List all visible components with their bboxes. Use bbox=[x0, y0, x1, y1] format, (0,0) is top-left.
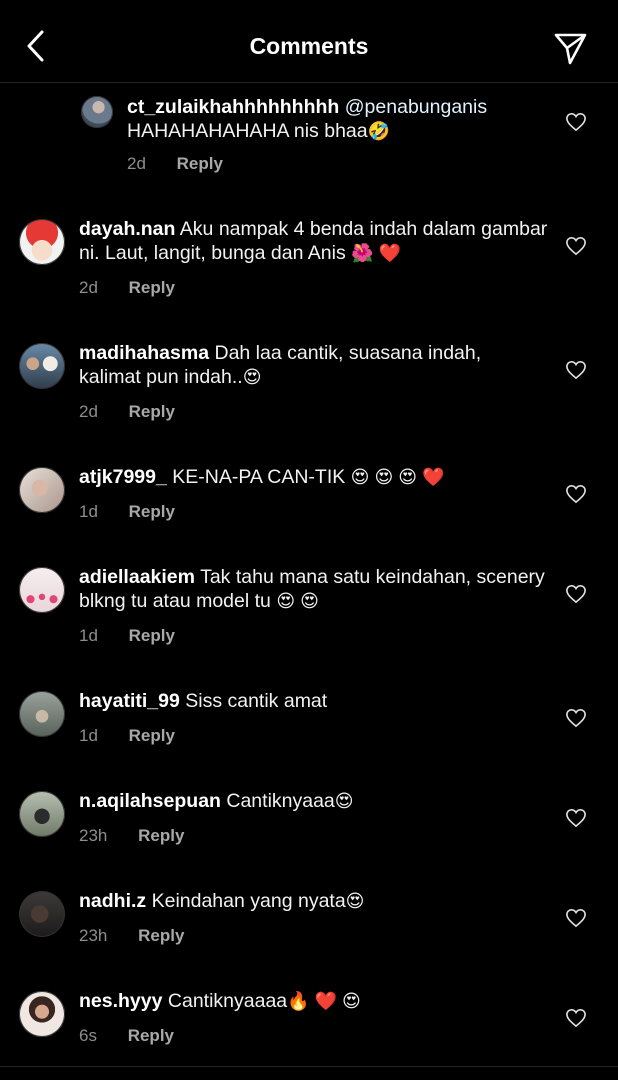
page-title: Comments bbox=[249, 33, 369, 59]
comment-emoji: 🌺 ❤️ bbox=[351, 243, 401, 263]
comment-meta: 2d Reply bbox=[127, 154, 223, 174]
comment-item: nes.hyyy Cantiknyaaaa🔥 ❤️ 😍 6s Reply bbox=[0, 986, 618, 1062]
reply-button[interactable]: Reply bbox=[129, 502, 175, 522]
comment-body: atjk7999_ KE-NA-PA CAN-TIK 😍 😍 😍 ❤️ bbox=[79, 465, 548, 489]
reply-button[interactable]: Reply bbox=[129, 626, 175, 646]
comment-username[interactable]: atjk7999_ bbox=[79, 466, 167, 488]
avatar[interactable] bbox=[19, 567, 65, 613]
comment-item: hayatiti_99 Siss cantik amat 1d Reply bbox=[0, 686, 618, 762]
comment-timestamp: 6s bbox=[79, 1026, 97, 1045]
bottom-divider bbox=[0, 1066, 618, 1067]
heart-outline-icon[interactable] bbox=[565, 584, 587, 604]
avatar[interactable] bbox=[81, 96, 113, 128]
avatar[interactable] bbox=[19, 691, 65, 737]
comment-meta: 23h Reply bbox=[79, 926, 184, 946]
comment-timestamp: 1d bbox=[79, 726, 98, 745]
avatar[interactable] bbox=[19, 467, 65, 513]
comment-text: HAHAHAHAHAHA nis bhaa bbox=[127, 120, 368, 142]
comment-meta: 2d Reply bbox=[79, 402, 175, 422]
comment-username[interactable]: ct_zulaikhahhhhhhhhh bbox=[127, 96, 339, 118]
comment-username[interactable]: dayah.nan bbox=[79, 218, 175, 240]
comment-text: Cantiknyaaaa bbox=[167, 990, 288, 1012]
comment-body: dayah.nan Aku nampak 4 benda indah dalam… bbox=[79, 217, 548, 265]
share-button[interactable] bbox=[550, 28, 590, 68]
avatar[interactable] bbox=[19, 219, 65, 265]
comment-body: madihahasma Dah laa cantik, suasana inda… bbox=[79, 341, 548, 389]
comment-text: Siss cantik amat bbox=[185, 690, 328, 712]
comment-body: ct_zulaikhahhhhhhhhh @penabunganis HAHAH… bbox=[127, 95, 548, 143]
heart-outline-icon[interactable] bbox=[565, 236, 587, 256]
comment-meta: 1d Reply bbox=[79, 502, 175, 522]
comment-username[interactable]: n.aqilahsepuan bbox=[79, 790, 221, 812]
comment-username[interactable]: nes.hyyy bbox=[79, 990, 162, 1012]
heart-outline-icon[interactable] bbox=[565, 484, 587, 504]
comment-timestamp: 1d bbox=[79, 502, 98, 521]
comment-body: nadhi.z Keindahan yang nyata😍 bbox=[79, 889, 548, 913]
comment-meta: 1d Reply bbox=[79, 626, 175, 646]
heart-outline-icon[interactable] bbox=[565, 1008, 587, 1028]
comment-item: adiellaakiem Tak tahu mana satu keindaha… bbox=[0, 562, 618, 662]
comment-username[interactable]: hayatiti_99 bbox=[79, 690, 180, 712]
comment-body: n.aqilahsepuan Cantiknyaaa😍 bbox=[79, 789, 548, 813]
comment-item: madihahasma Dah laa cantik, suasana inda… bbox=[0, 338, 618, 438]
avatar[interactable] bbox=[19, 991, 65, 1037]
comment-username[interactable]: adiellaakiem bbox=[79, 566, 195, 588]
comment-meta: 2d Reply bbox=[79, 278, 175, 298]
comment-emoji: 😍 bbox=[242, 367, 262, 387]
reply-button[interactable]: Reply bbox=[129, 278, 175, 298]
comment-emoji: 😍 😍 😍 ❤️ bbox=[350, 467, 445, 487]
reply-button[interactable]: Reply bbox=[138, 926, 184, 946]
comment-meta: 1d Reply bbox=[79, 726, 175, 746]
reply-button[interactable]: Reply bbox=[129, 726, 175, 746]
comment-emoji: 😍 bbox=[345, 891, 365, 911]
reply-button[interactable]: Reply bbox=[177, 154, 223, 174]
comment-item: dayah.nan Aku nampak 4 benda indah dalam… bbox=[0, 214, 618, 314]
avatar[interactable] bbox=[19, 891, 65, 937]
comment-body: nes.hyyy Cantiknyaaaa🔥 ❤️ 😍 bbox=[79, 989, 548, 1013]
comment-emoji: 😍 😍 bbox=[276, 591, 319, 611]
comment-item: atjk7999_ KE-NA-PA CAN-TIK 😍 😍 😍 ❤️ 1d R… bbox=[0, 462, 618, 538]
comment-meta: 23h Reply bbox=[79, 826, 184, 846]
heart-outline-icon[interactable] bbox=[565, 360, 587, 380]
comment-body: adiellaakiem Tak tahu mana satu keindaha… bbox=[79, 565, 548, 613]
comment-text: Keindahan yang nyata bbox=[151, 890, 346, 912]
comment-timestamp: 2d bbox=[79, 278, 98, 297]
comment-text: KE-NA-PA CAN-TIK bbox=[172, 466, 346, 488]
comment-timestamp: 23h bbox=[79, 826, 108, 845]
comment-timestamp: 1d bbox=[79, 626, 98, 645]
paper-plane-icon bbox=[554, 33, 587, 65]
comment-username[interactable]: nadhi.z bbox=[79, 890, 146, 912]
comment-item: n.aqilahsepuan Cantiknyaaa😍 23h Reply bbox=[0, 786, 618, 862]
comment-username[interactable]: madihahasma bbox=[79, 342, 209, 364]
heart-outline-icon[interactable] bbox=[565, 808, 587, 828]
heart-outline-icon[interactable] bbox=[565, 908, 587, 928]
reply-button[interactable]: Reply bbox=[138, 826, 184, 846]
comment-mention[interactable]: @penabunganis bbox=[345, 96, 487, 118]
reply-button[interactable]: Reply bbox=[128, 1026, 174, 1046]
comments-header: Comments bbox=[0, 0, 618, 83]
comment-item: nadhi.z Keindahan yang nyata😍 23h Reply bbox=[0, 886, 618, 962]
heart-outline-icon[interactable] bbox=[565, 112, 587, 132]
comment-item: ct_zulaikhahhhhhhhhh @penabunganis HAHAH… bbox=[0, 90, 618, 190]
comment-meta: 6s Reply bbox=[79, 1026, 174, 1046]
comment-timestamp: 2d bbox=[79, 402, 98, 421]
avatar[interactable] bbox=[19, 791, 65, 837]
comment-emoji: 😍 bbox=[334, 791, 354, 811]
heart-outline-icon[interactable] bbox=[565, 708, 587, 728]
comment-text: Cantiknyaaa bbox=[226, 790, 335, 812]
avatar[interactable] bbox=[19, 343, 65, 389]
reply-button[interactable]: Reply bbox=[129, 402, 175, 422]
comment-emoji: 🤣 bbox=[367, 121, 391, 141]
comment-body: hayatiti_99 Siss cantik amat bbox=[79, 689, 548, 713]
comment-emoji: 🔥 ❤️ 😍 bbox=[287, 991, 361, 1011]
comment-timestamp: 2d bbox=[127, 154, 146, 173]
comment-timestamp: 23h bbox=[79, 926, 108, 945]
